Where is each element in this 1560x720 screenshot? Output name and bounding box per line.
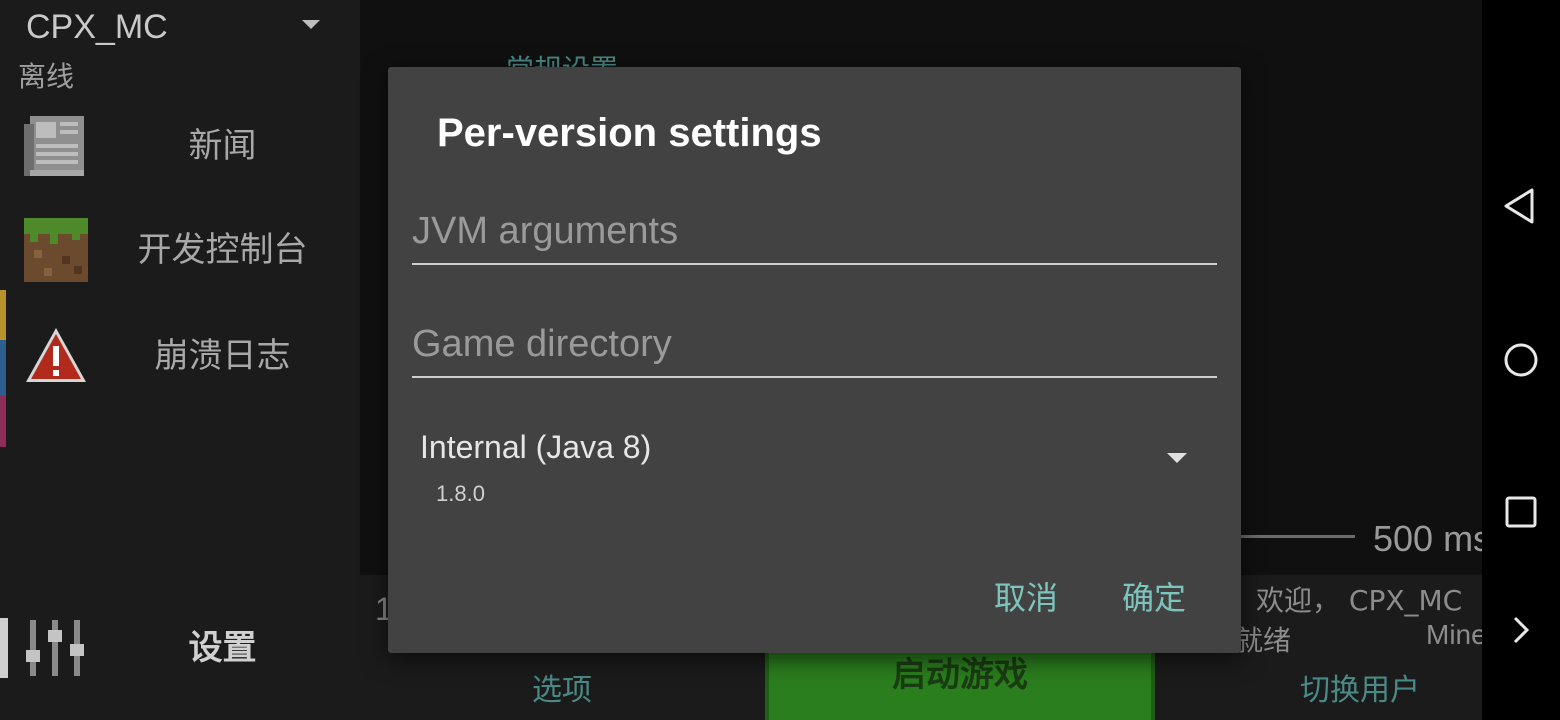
launcher-screen: CPX_MC 离线 新闻 开发控制台 崩溃日志 设置 500 ms 1 选项 启… bbox=[0, 0, 1560, 720]
back-icon[interactable] bbox=[1501, 186, 1541, 226]
game-directory-field bbox=[412, 314, 1217, 378]
home-icon[interactable] bbox=[1501, 340, 1541, 380]
per-version-settings-dialog: Per-version settings Internal (Java 8) 1… bbox=[388, 67, 1241, 653]
runtime-name: Internal (Java 8) bbox=[420, 429, 652, 465]
system-nav-bar bbox=[1482, 0, 1560, 720]
recents-icon[interactable] bbox=[1501, 492, 1541, 532]
cancel-button[interactable]: 取消 bbox=[994, 573, 1058, 619]
dialog-title: Per-version settings bbox=[437, 111, 822, 155]
confirm-button[interactable]: 确定 bbox=[1122, 573, 1186, 619]
java-runtime-select[interactable]: Internal (Java 8) 1.8.0 bbox=[412, 419, 1217, 509]
runtime-version: 1.8.0 bbox=[436, 481, 485, 506]
jvm-arguments-field bbox=[412, 201, 1217, 265]
dropdown-arrow-icon bbox=[1167, 453, 1187, 463]
jvm-arguments-input[interactable] bbox=[412, 201, 1217, 261]
game-directory-input[interactable] bbox=[412, 314, 1217, 374]
chevron-right-icon[interactable] bbox=[1501, 610, 1541, 650]
